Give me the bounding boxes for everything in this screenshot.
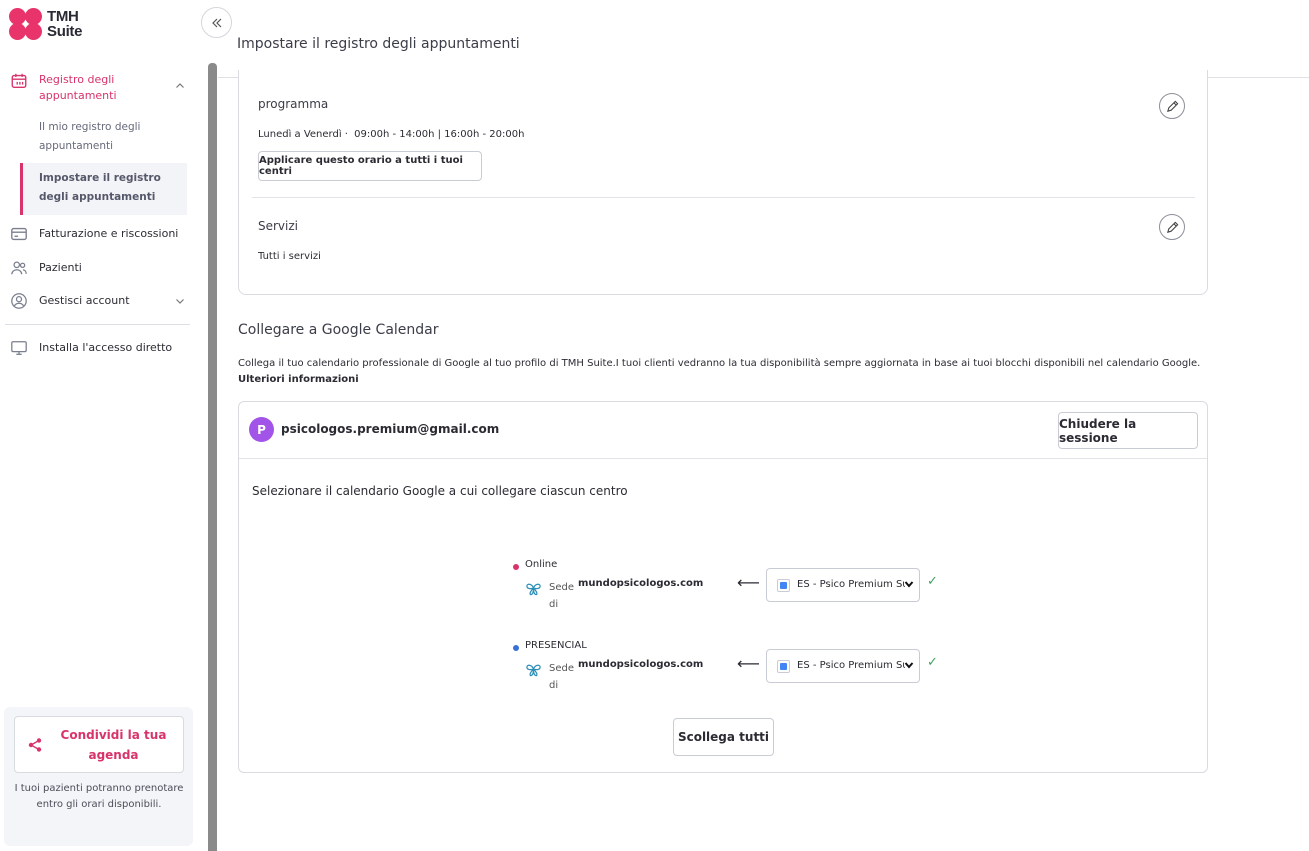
calendar-instruction: Selezionare il calendario Google a cui c… [252,484,628,498]
chevron-up-icon[interactable] [175,81,185,91]
center-row-online: Online Sede mundopsicologos.com di ⟵ ES … [511,559,951,619]
status-dot [513,645,519,651]
sidebar-item-billing[interactable]: Fatturazione e riscossioni [0,215,195,250]
apply-schedule-all-centers-button[interactable]: Applicare questo orario a tutti i tuoi c… [258,151,482,181]
pencil-icon [1166,100,1178,112]
submenu-item-my-register[interactable]: Il mio registro degli appuntamenti [20,118,187,163]
chevron-down-icon[interactable] [175,296,185,306]
schedule-hours: 09:00h - 14:00h | 16:00h - 20:00h [354,129,525,140]
arrow-left-icon: ⟵ [737,654,760,673]
schedule-hours-row: Lunedì a Venerdì · 09:00h - 14:00h | 16:… [258,129,524,140]
sidebar-item-label: Registro degli appuntamenti [39,73,117,102]
share-agenda-description: I tuoi pazienti potranno prenotare entro… [14,783,184,810]
chevron-down-icon [904,581,914,588]
butterfly-icon [526,583,541,596]
google-calendar-icon [777,660,790,673]
sidebar-item-install-shortcut[interactable]: Installa l'accesso diretto [0,325,195,365]
calendar-select[interactable]: ES - Psico Premium Suite [766,649,920,683]
sidebar-scrollbar[interactable] [208,63,217,851]
avatar: P [249,417,274,442]
calendar-select[interactable]: ES - Psico Premium Suite [766,568,920,602]
monitor-icon [11,341,27,355]
edit-services-button[interactable] [1159,214,1185,240]
sidebar-item-label: Gestisci account [39,294,130,307]
pencil-icon [1166,221,1178,233]
collapse-sidebar-button[interactable] [201,7,232,38]
sidebar-item-appointments[interactable]: Registro degli appuntamenti [0,68,195,114]
unlink-all-button[interactable]: Scollega tutti [673,718,774,756]
sede-di: di [549,599,559,610]
schedule-days: Lunedì a Venerdì [258,129,342,140]
services-title: Servizi [258,219,299,233]
google-calendar-description: Collega il tuo calendario professionale … [238,356,1213,388]
google-account-header: P psicologos.premium@gmail.com Chiudere … [239,402,1207,459]
calendar-select-value: ES - Psico Premium Suite [797,660,905,671]
share-agenda-panel: Condividi la tua agenda I tuoi pazienti … [4,707,193,846]
google-calendar-title: Collegare a Google Calendar [238,322,439,338]
chevron-down-icon [904,662,914,669]
google-account-email: psicologos.premium@gmail.com [281,422,500,436]
sidebar-item-label: Pazienti [39,261,82,274]
share-icon [28,738,42,752]
logo-text: TMH Suite [47,9,82,39]
calendar-select-value: ES - Psico Premium Suite [797,579,905,590]
butterfly-icon [526,664,541,677]
section-divider [252,197,1195,198]
logo-line-2: Suite [47,23,83,40]
logo-line-1: TMH [47,8,79,25]
sede-name: mundopsicologos.com [578,578,704,589]
sede-name: mundopsicologos.com [578,659,704,670]
users-icon [11,261,27,275]
services-value: Tutti i servizi [258,251,321,262]
submenu: Il mio registro degli appuntamenti Impos… [20,118,187,215]
credit-card-icon [11,227,27,241]
sidebar-nav: Registro degli appuntamenti Il mio regis… [0,68,195,365]
share-agenda-button[interactable]: Condividi la tua agenda [14,716,184,773]
logo-icon [8,8,44,40]
logout-button[interactable]: Chiudere la sessione [1058,412,1198,449]
google-calendar-card: P psicologos.premium@gmail.com Chiudere … [238,401,1208,773]
schedule-separator: · [344,129,348,140]
sede-label: Sede [549,582,574,593]
submenu-item-label: Il mio registro degli appuntamenti [39,121,141,152]
page-title: Impostare il registro degli appuntamenti [237,36,520,52]
submenu-item-label: Impostare il registro degli appuntamenti [39,172,161,203]
sidebar: TMH Suite Registro degli appuntamenti Il… [0,0,200,851]
sidebar-item-label: Fatturazione e riscossioni [39,227,179,240]
user-circle-icon [11,293,27,309]
arrow-left-icon: ⟵ [737,573,760,592]
center-name: PRESENCIAL [525,640,587,651]
sede-label: Sede [549,663,574,674]
check-icon: ✓ [927,574,938,589]
submenu-item-configure-register[interactable]: Impostare il registro degli appuntamenti [20,163,187,215]
logo[interactable]: TMH Suite [8,8,82,40]
share-agenda-label: Condividi la tua agenda [60,728,167,762]
sidebar-item-account[interactable]: Gestisci account [0,285,195,324]
schedule-title: programma [258,97,329,111]
center-row-presencial: PRESENCIAL Sede mundopsicologos.com di ⟵… [511,640,951,700]
sidebar-item-patients[interactable]: Pazienti [0,250,195,285]
edit-schedule-button[interactable] [1159,93,1185,119]
check-icon: ✓ [927,655,938,670]
sidebar-item-label: Installa l'accesso diretto [39,341,173,354]
settings-card: programma Lunedì a Venerdì · 09:00h - 14… [238,70,1208,295]
google-calendar-description-text: Collega il tuo calendario professionale … [238,358,1201,369]
double-chevron-left-icon [211,18,221,27]
status-dot [513,564,519,570]
sede-di: di [549,680,559,691]
google-calendar-icon [777,579,790,592]
more-info-link[interactable]: Ulteriori informazioni [238,374,359,385]
calendar-icon [11,73,27,88]
center-name: Online [525,559,558,570]
page-header: Impostare il registro degli appuntamenti [218,0,1309,78]
